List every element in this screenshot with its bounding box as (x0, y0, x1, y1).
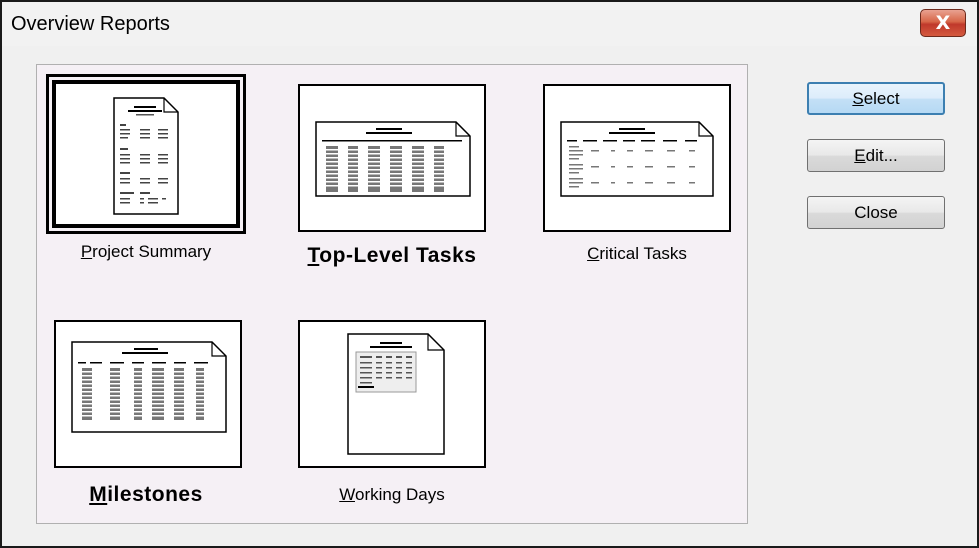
report-label-milestones[interactable]: Milestones (52, 483, 240, 507)
close-button[interactable]: Close (807, 196, 945, 229)
project-summary-report-icon (113, 97, 179, 215)
report-tile-top-level-tasks[interactable] (298, 84, 486, 232)
critical-tasks-report-icon (560, 121, 714, 197)
report-label-top-level-tasks[interactable]: Top-Level Tasks (298, 243, 486, 269)
working-days-report-icon (347, 333, 445, 455)
report-tile-project-summary[interactable] (46, 74, 246, 234)
report-tile-milestones[interactable] (54, 320, 242, 468)
milestones-report-icon (71, 341, 227, 433)
dialog-title: Overview Reports (11, 13, 170, 35)
title-bar: Overview Reports X (2, 2, 977, 46)
report-label-working-days[interactable]: Working Days (298, 485, 486, 505)
close-icon: X (935, 12, 951, 34)
report-list[interactable]: Project Summary Top-Level Tasks Critical… (36, 64, 748, 524)
report-label-critical-tasks[interactable]: Critical Tasks (543, 244, 731, 264)
edit-button[interactable]: Edit... (807, 139, 945, 172)
report-label-clip-top-level-tasks: Top-Level Tasks (298, 239, 486, 287)
top-level-tasks-report-icon (315, 121, 471, 197)
close-window-button[interactable]: X (920, 9, 966, 37)
report-tile-working-days[interactable] (298, 320, 486, 468)
select-button[interactable]: Select (807, 82, 945, 115)
report-label-project-summary[interactable]: Project Summary (51, 242, 241, 262)
report-tile-critical-tasks[interactable] (543, 84, 731, 232)
